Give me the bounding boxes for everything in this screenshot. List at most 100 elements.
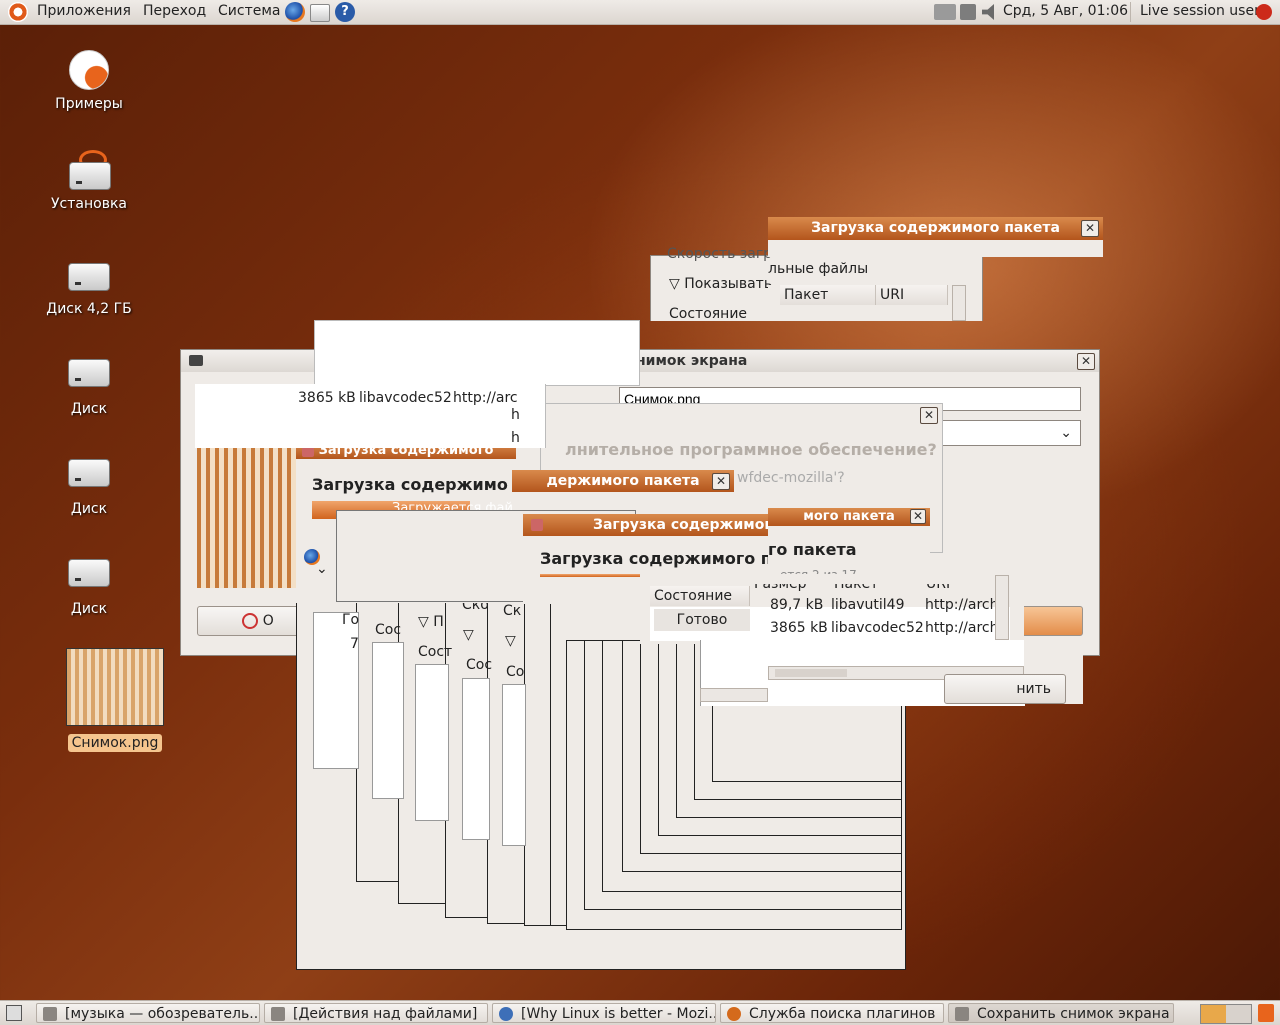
close-button[interactable]: ✕: [1077, 353, 1095, 370]
column-header-size[interactable]: Размер: [750, 584, 834, 594]
keyboard-indicator-icon[interactable]: [934, 4, 956, 20]
save-button[interactable]: нить: [944, 674, 1066, 704]
firefox-launcher-icon[interactable]: [285, 2, 305, 22]
disk-icon: [68, 263, 110, 291]
column-header[interactable]: URI: [876, 285, 948, 305]
state-header: Сост: [418, 644, 453, 660]
taskbar-item[interactable]: [музыка — обозреватель...: [36, 1003, 260, 1023]
firefox-icon: [727, 1007, 741, 1021]
desktop-icon-install[interactable]: Установка: [34, 150, 144, 212]
close-button[interactable]: ✕: [910, 509, 926, 524]
show-expander[interactable]: ▽: [505, 633, 516, 649]
cancel-icon: [242, 613, 259, 629]
close-button[interactable]: ✕: [1081, 220, 1099, 237]
network-icon[interactable]: [960, 4, 976, 20]
row-size: 3865 kB: [298, 390, 356, 406]
panel-separator: [1130, 2, 1131, 22]
titlebar: мого пакета ✕: [768, 508, 930, 526]
ubuntu-logo-icon[interactable]: [8, 2, 28, 22]
table-cell-package: libavutil49: [831, 597, 905, 613]
disk-icon: [68, 459, 110, 487]
disk-icon: [68, 359, 110, 387]
taskbar-item[interactable]: Служба поиска плагинов: [720, 1003, 944, 1023]
taskbar-item[interactable]: [Why Linux is better - Mozi...: [492, 1003, 716, 1023]
taskbar-item[interactable]: [Действия над файлами]: [264, 1003, 488, 1023]
titlebar: держимого пакета ✕: [512, 470, 734, 492]
row-uri: h: [511, 430, 520, 446]
scrollbar[interactable]: [995, 575, 1009, 640]
taskbar-item[interactable]: Сохранить снимок экрана: [948, 1003, 1174, 1023]
codec-package: wfdec-mozilla'?: [737, 470, 845, 486]
show-desktop-icon[interactable]: [6, 1005, 22, 1021]
table-cell-size: 89,7 kB: [770, 597, 824, 613]
state-header: Состояние: [669, 306, 748, 322]
column-header-state[interactable]: Состояние: [650, 586, 750, 606]
show-expander[interactable]: ▽ П: [418, 614, 444, 630]
desktop-icon-disk[interactable]: Диск: [34, 555, 144, 617]
table-cell-package: libavcodec52: [831, 620, 924, 636]
ghost-table: [502, 684, 526, 846]
desktop-icon-disk[interactable]: Диск: [34, 355, 144, 417]
state-header: Сос: [375, 622, 402, 638]
codec-question: лнительное программное обеспечение?: [565, 440, 937, 459]
trash-icon[interactable]: [1258, 1004, 1274, 1022]
titlebar: Загрузка содержимого пакета ✕: [768, 217, 1103, 240]
ghost-table: [462, 678, 490, 840]
mail-launcher-icon[interactable]: [310, 4, 330, 22]
download-window-titlebar-top: Загрузка содержимого пакета ✕ льные файл…: [768, 217, 1103, 277]
speed-label: Скорость загр: [667, 246, 773, 262]
workspace-switcher[interactable]: [1200, 1004, 1252, 1024]
screenshot-preview: [197, 448, 297, 588]
shutdown-icon[interactable]: [1256, 4, 1272, 20]
session-user[interactable]: Live session user: [1140, 3, 1260, 19]
download-heading: Загрузка содержимого п: [540, 549, 772, 568]
close-button[interactable]: ✕: [712, 473, 730, 490]
close-button[interactable]: ✕: [920, 407, 938, 424]
table-cell-uri: http://arch: [925, 597, 999, 613]
desktop-icon-screenshot-file[interactable]: Снимок.png: [60, 648, 170, 752]
top-panel: Приложения Переход Система ? Срд, 5 Авг,…: [0, 0, 1280, 25]
file-manager-icon: [43, 1007, 57, 1021]
examples-icon: [69, 50, 109, 90]
desktop-icon-disk-4gb[interactable]: Диск 4,2 ГБ: [34, 255, 144, 317]
desktop-icon-label: Примеры: [55, 96, 123, 112]
volume-icon[interactable]: [982, 4, 994, 20]
row-uri: http://arc: [453, 390, 518, 406]
column-header-package[interactable]: Пакет: [830, 584, 922, 594]
row-uri: h: [511, 407, 520, 423]
desktop-icon-label: Диск: [70, 601, 108, 617]
download-heading: го пакета: [768, 540, 857, 559]
download-window-4: мого пакета ✕ го пакета ется 2 из 17: [768, 508, 930, 582]
desktop-icon-examples[interactable]: Примеры: [34, 50, 144, 112]
window-title: нимок экрана: [636, 353, 748, 369]
desktop-icon-label: Диск: [70, 501, 108, 517]
column-header[interactable]: Пакет: [780, 285, 876, 305]
help-launcher-icon[interactable]: ?: [335, 2, 355, 22]
chevron-down-icon: ⌄: [1060, 425, 1072, 441]
ghost-table: [415, 664, 449, 821]
firefox-icon: [499, 1007, 513, 1021]
row-package: libavcodec52: [359, 390, 452, 406]
desktop-icon-label: Диск: [70, 401, 108, 417]
clock[interactable]: Срд, 5 Авг, 01:06: [1003, 3, 1128, 19]
menu-system[interactable]: Система: [218, 3, 280, 19]
window-icon: [531, 519, 543, 531]
blank-popup: [314, 320, 640, 386]
menu-places[interactable]: Переход: [143, 3, 206, 19]
table-cell-size: 3865 kB: [770, 620, 828, 636]
file-manager-icon: [271, 1007, 285, 1021]
scrollbar[interactable]: [952, 285, 966, 321]
show-files-label: льные файлы: [768, 261, 869, 277]
save-area-fragment: нить: [944, 640, 1083, 704]
show-expander[interactable]: ▽ Показывать: [669, 276, 772, 292]
install-icon: [69, 150, 111, 190]
disk-icon: [68, 559, 110, 587]
column-header-uri[interactable]: URI: [922, 584, 1002, 594]
desktop-icon-label: Снимок.png: [67, 734, 163, 752]
speed-label: Ск: [503, 603, 522, 619]
horizontal-scrollbar[interactable]: [700, 688, 768, 702]
show-expander[interactable]: ▽: [463, 627, 474, 643]
desktop-icon-disk[interactable]: Диск: [34, 455, 144, 517]
table-cell-state: Готово: [654, 609, 750, 631]
menu-applications[interactable]: Приложения: [37, 3, 131, 19]
